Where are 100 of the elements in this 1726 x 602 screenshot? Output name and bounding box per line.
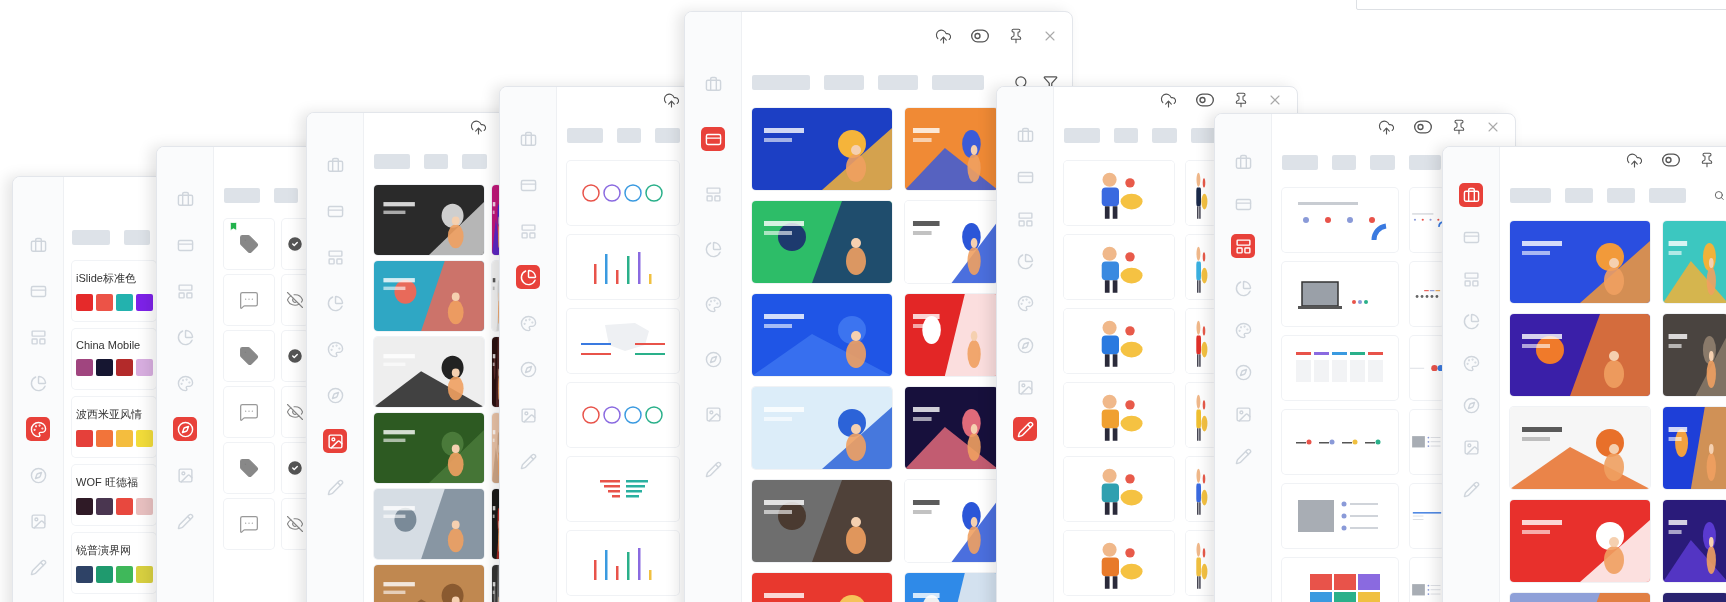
sidebar-tab[interactable] [1013, 417, 1037, 441]
color-swatch[interactable] [76, 359, 93, 376]
tab-placeholder [932, 74, 984, 90]
hidden-icon[interactable] [286, 515, 304, 533]
pencil-icon [176, 512, 194, 530]
color-swatch[interactable] [76, 430, 93, 447]
cloud-upload-icon[interactable] [1160, 91, 1177, 109]
cloud-upload-icon[interactable] [1626, 151, 1643, 169]
tab-placeholder [752, 74, 810, 90]
tab-placeholder [123, 229, 150, 245]
icon-card[interactable] [224, 275, 274, 325]
pie-chart-icon [1234, 279, 1252, 297]
tab-placeholder [374, 153, 410, 169]
image-icon [1462, 438, 1480, 456]
pin-icon[interactable] [1699, 152, 1715, 168]
color-swatch[interactable] [136, 430, 153, 447]
sidebar-tab[interactable] [1459, 183, 1483, 207]
color-swatch[interactable] [96, 294, 113, 311]
palette-icon [519, 314, 537, 332]
cloud-upload-icon[interactable] [470, 118, 487, 136]
color-swatch[interactable] [76, 294, 93, 311]
layout-icon [704, 185, 722, 203]
pin-icon[interactable] [1451, 119, 1467, 135]
briefcase-icon [1016, 126, 1034, 144]
image-icon [519, 406, 537, 424]
color-swatch[interactable] [116, 498, 133, 515]
check-icon[interactable] [286, 459, 304, 477]
pin-icon[interactable] [1008, 28, 1024, 44]
cloud-upload-icon[interactable] [1378, 118, 1395, 136]
color-swatch[interactable] [136, 359, 153, 376]
icon-card[interactable] [224, 219, 274, 269]
sidebar-tab[interactable] [516, 265, 540, 289]
sidebar-tab[interactable] [26, 417, 50, 441]
image-icon [1234, 405, 1252, 423]
pencil-icon [29, 558, 47, 576]
chart-card[interactable] [1282, 262, 1398, 326]
sidebar-tab[interactable] [173, 417, 197, 441]
palette-card[interactable]: iSlide标准色 [72, 261, 156, 321]
pencil-icon [1234, 447, 1252, 465]
pencil-icon [326, 478, 344, 496]
palette-card[interactable]: 锐普演界网 [72, 533, 156, 593]
tab-placeholder [1564, 187, 1594, 203]
cloud-upload-icon[interactable] [663, 91, 680, 109]
color-swatch[interactable] [116, 566, 133, 583]
color-swatch[interactable] [116, 430, 133, 447]
color-swatch[interactable] [136, 498, 153, 515]
compass-icon [519, 360, 537, 378]
sidebar-tab[interactable] [1231, 234, 1255, 258]
tab-placeholder [1064, 127, 1100, 143]
palette-name: 波西米亚风情 [76, 407, 143, 422]
briefcase-icon [519, 130, 537, 148]
hidden-icon[interactable] [286, 403, 304, 421]
color-swatch[interactable] [136, 566, 153, 583]
color-swatch[interactable] [96, 359, 113, 376]
color-swatch[interactable] [136, 294, 153, 311]
briefcase-icon [704, 75, 722, 93]
palette-icon [1016, 294, 1034, 312]
color-swatch[interactable] [96, 566, 113, 583]
tab-placeholder [1510, 187, 1551, 203]
icon-card[interactable] [224, 499, 274, 549]
pie-chart-icon [176, 328, 194, 346]
palette-icon [326, 340, 344, 358]
image-icon [29, 512, 47, 530]
color-swatch[interactable] [116, 359, 133, 376]
briefcase-icon [1462, 186, 1480, 204]
color-swatch[interactable] [96, 498, 113, 515]
palette-card[interactable]: WOF 旺德福 [72, 465, 156, 525]
tab-placeholder [1113, 127, 1139, 143]
chart-card[interactable] [1410, 336, 1444, 400]
check-icon[interactable] [286, 347, 304, 365]
buttons-drawing [1410, 364, 1444, 372]
palette-name: WOF 旺德福 [76, 475, 139, 490]
image-icon [1016, 378, 1034, 396]
pie-chart-icon [1462, 312, 1480, 330]
color-swatch[interactable] [76, 498, 93, 515]
pencil-icon [1016, 420, 1034, 438]
sidebar-tab[interactable] [701, 127, 725, 151]
tab-placeholder [1152, 127, 1177, 143]
sidebar-tab[interactable] [323, 429, 347, 453]
color-swatch[interactable] [76, 566, 93, 583]
pie-chart-icon [29, 374, 47, 392]
briefcase-icon [326, 156, 344, 174]
check-icon[interactable] [286, 235, 304, 253]
color-swatch[interactable] [96, 430, 113, 447]
tab-placeholder [1370, 154, 1395, 170]
pie-chart-icon [326, 294, 344, 312]
color-swatch[interactable] [116, 294, 133, 311]
cloud-upload-icon[interactable] [935, 27, 952, 45]
tab-placeholder [1282, 154, 1318, 170]
tab-placeholder [462, 153, 487, 169]
pin-icon[interactable] [1233, 92, 1249, 108]
icon-card[interactable] [224, 443, 274, 493]
palette-card[interactable]: China Mobile [72, 329, 156, 389]
layout-icon [1016, 210, 1034, 228]
icon-card[interactable] [224, 387, 274, 437]
hidden-icon[interactable] [286, 291, 304, 309]
chart-card[interactable] [567, 309, 679, 373]
palette-card[interactable]: 波西米亚风情 [72, 397, 156, 457]
palette-icon [176, 374, 194, 392]
icon-card[interactable] [224, 331, 274, 381]
